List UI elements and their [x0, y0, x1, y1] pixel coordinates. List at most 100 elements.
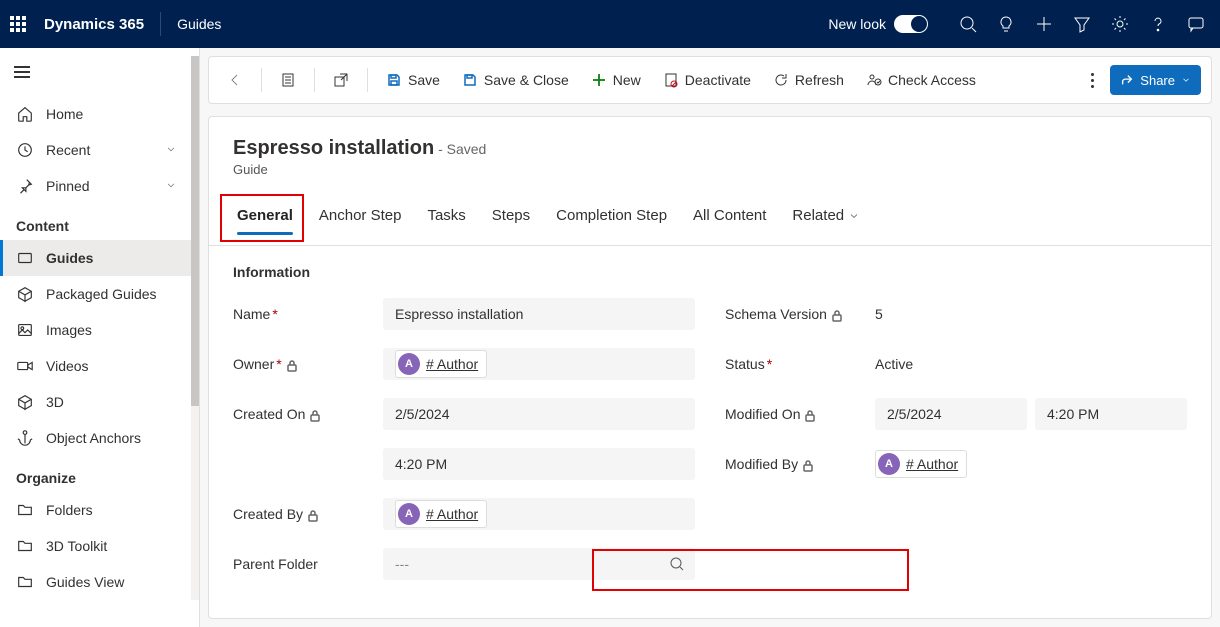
- field-schema-version: Schema Version 5: [725, 294, 1187, 334]
- modifiedon-time: 4:20 PM: [1035, 398, 1187, 430]
- deactivate-button[interactable]: Deactivate: [655, 64, 759, 96]
- package-icon: [16, 285, 34, 303]
- chevron-down-icon[interactable]: [165, 142, 177, 158]
- refresh-button[interactable]: Refresh: [765, 64, 852, 96]
- filter-icon[interactable]: [1072, 14, 1092, 34]
- field-status: Status* Active: [725, 344, 1187, 384]
- createdby-lookup: A # Author: [383, 498, 695, 530]
- guide-icon: [16, 249, 34, 267]
- hamburger-icon[interactable]: [6, 56, 38, 88]
- popout-button[interactable]: [325, 64, 357, 96]
- help-icon[interactable]: [1148, 14, 1168, 34]
- new-button[interactable]: New: [583, 64, 649, 96]
- sidebar-item-home[interactable]: Home: [0, 96, 191, 132]
- modifiedby-chip[interactable]: A # Author: [875, 450, 967, 478]
- sidebar-scrollbar[interactable]: [191, 56, 199, 600]
- save-button[interactable]: Save: [378, 64, 448, 96]
- owner-lookup[interactable]: A # Author: [383, 348, 695, 380]
- group-header-content: Content: [0, 204, 191, 240]
- avatar-icon: A: [398, 353, 420, 375]
- main-area: Save Save & Close New Deactivate Refresh…: [200, 48, 1220, 627]
- field-name: Name* Espresso installation: [233, 294, 695, 334]
- tab-completion-step[interactable]: Completion Step: [552, 197, 671, 245]
- share-button[interactable]: Share: [1110, 65, 1201, 95]
- sidebar-item-images[interactable]: Images: [0, 312, 191, 348]
- chevron-down-icon[interactable]: [165, 178, 177, 194]
- record-entity: Guide: [233, 162, 1187, 177]
- global-topbar: Dynamics 365 Guides New look: [0, 0, 1220, 48]
- sidebar-item-guides-view[interactable]: Guides View: [0, 564, 191, 600]
- record-title: Espresso installation: [233, 137, 434, 159]
- image-icon: [16, 321, 34, 339]
- tab-anchor-step[interactable]: Anchor Step: [315, 197, 406, 245]
- sidebar-item-folders[interactable]: Folders: [0, 492, 191, 528]
- sidebar-item-label: Guides View: [46, 574, 124, 590]
- lock-icon: [309, 409, 321, 421]
- home-icon: [16, 105, 34, 123]
- sidebar-item-pinned[interactable]: Pinned: [0, 168, 191, 204]
- createdon-time: 4:20 PM: [383, 448, 695, 480]
- sidebar-item-label: Object Anchors: [46, 430, 141, 446]
- section-title: Information: [233, 264, 1187, 280]
- lock-icon: [307, 509, 319, 521]
- sidebar-item-videos[interactable]: Videos: [0, 348, 191, 384]
- field-owner: Owner* A # Author: [233, 344, 695, 384]
- new-look-toggle[interactable]: New look: [828, 15, 928, 33]
- avatar-icon: A: [878, 453, 900, 475]
- app-area-label[interactable]: Guides: [177, 16, 221, 32]
- field-created-on: Created On 2/5/2024: [233, 394, 695, 434]
- schema-value: 5: [875, 298, 1187, 330]
- app-launcher-icon[interactable]: [8, 14, 28, 34]
- sidebar-item-3d[interactable]: 3D: [0, 384, 191, 420]
- sidebar-item-label: Guides: [46, 250, 93, 266]
- sidebar-item-recent[interactable]: Recent: [0, 132, 191, 168]
- search-icon[interactable]: [958, 14, 978, 34]
- left-nav: Home Recent Pinned Content Guides: [0, 48, 200, 627]
- tab-steps[interactable]: Steps: [488, 197, 534, 245]
- tab-related[interactable]: Related: [788, 197, 864, 245]
- sidebar-item-label: 3D: [46, 394, 64, 410]
- video-icon: [16, 357, 34, 375]
- gear-icon[interactable]: [1110, 14, 1130, 34]
- createdby-chip[interactable]: A # Author: [395, 500, 487, 528]
- field-modified-on: Modified On 2/5/2024 4:20 PM: [725, 394, 1187, 434]
- toggle-switch-icon[interactable]: [894, 15, 928, 33]
- sidebar-item-label: Videos: [46, 358, 89, 374]
- sidebar-item-packaged-guides[interactable]: Packaged Guides: [0, 276, 191, 312]
- lightbulb-icon[interactable]: [996, 14, 1016, 34]
- search-icon[interactable]: [669, 556, 685, 572]
- avatar-icon: A: [398, 503, 420, 525]
- save-close-button[interactable]: Save & Close: [454, 64, 577, 96]
- sidebar-item-label: Packaged Guides: [46, 286, 157, 302]
- check-access-button[interactable]: Check Access: [858, 64, 984, 96]
- chat-icon[interactable]: [1186, 14, 1206, 34]
- open-record-set-button[interactable]: [272, 64, 304, 96]
- record-form: Espresso installation - Saved Guide Gene…: [208, 116, 1212, 619]
- field-parent-folder: Parent Folder ---: [233, 544, 695, 584]
- sidebar-item-label: 3D Toolkit: [46, 538, 107, 554]
- plus-icon[interactable]: [1034, 14, 1054, 34]
- brand-label: Dynamics 365: [44, 16, 144, 33]
- owner-chip[interactable]: A # Author: [395, 350, 487, 378]
- tab-general[interactable]: General: [233, 197, 297, 245]
- sidebar-item-object-anchors[interactable]: Object Anchors: [0, 420, 191, 456]
- record-state: - Saved: [438, 141, 486, 157]
- lock-icon: [286, 359, 298, 371]
- lock-icon: [802, 459, 814, 471]
- form-tabs: General Anchor Step Tasks Steps Completi…: [209, 197, 1211, 246]
- tab-all-content[interactable]: All Content: [689, 197, 770, 245]
- sidebar-item-3d-toolkit[interactable]: 3D Toolkit: [0, 528, 191, 564]
- name-input[interactable]: Espresso installation: [383, 298, 695, 330]
- tab-tasks[interactable]: Tasks: [423, 197, 469, 245]
- sidebar-item-guides[interactable]: Guides: [0, 240, 191, 276]
- sidebar-item-label: Recent: [46, 142, 90, 158]
- lock-icon: [804, 409, 816, 421]
- field-created-by: Created By A # Author: [233, 494, 695, 534]
- overflow-menu-icon[interactable]: [1081, 73, 1104, 88]
- clock-icon: [16, 141, 34, 159]
- parent-folder-lookup[interactable]: ---: [383, 548, 695, 580]
- folder-icon: [16, 501, 34, 519]
- back-button[interactable]: [219, 64, 251, 96]
- sidebar-item-label: Pinned: [46, 178, 90, 194]
- group-header-organize: Organize: [0, 456, 191, 492]
